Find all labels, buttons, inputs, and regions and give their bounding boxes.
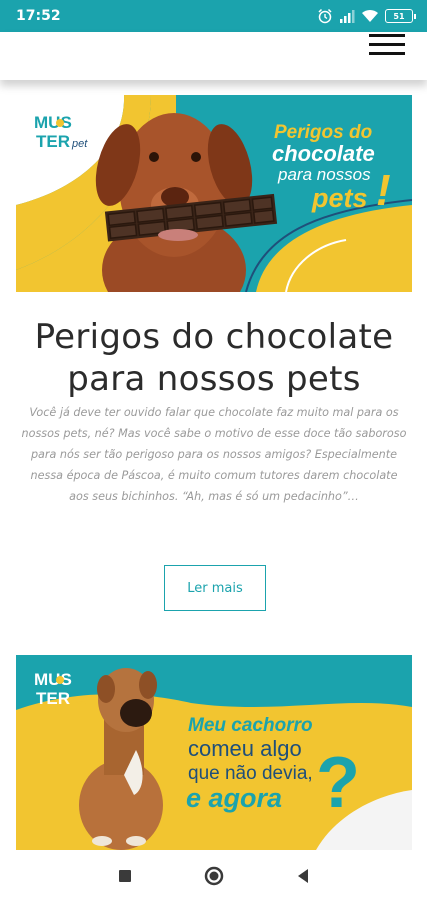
system-nav-bar [0,850,427,900]
status-time: 17:52 [16,8,61,24]
banner-dog-ate-graphic: MUS TER pet Meu cachorro comeu algo que … [16,655,412,850]
status-bar: 17:52 51 [0,0,427,32]
headline2-line4: e agora [186,783,282,813]
headline-line3: para nossos [277,165,371,184]
wifi-icon [362,9,378,22]
logo2-line1: MUS [34,670,72,689]
back-icon[interactable] [291,864,315,888]
logo-line1: MUS [34,113,72,132]
post-title[interactable]: Perigos do chocolate para nossos pets [16,316,412,400]
banner-chocolate-graphic: MUS TER pet Perigos do chocolate para no… [16,95,412,292]
post-excerpt: Você já deve ter ouvido falar que chocol… [21,406,407,503]
logo-line2: TER [36,132,70,151]
post-banner-dog-ate[interactable]: MUS TER pet Meu cachorro comeu algo que … [16,655,412,850]
battery-icon: 51 [385,9,416,23]
status-icons: 51 [317,8,416,24]
headline2-line1: Meu cachorro [188,715,313,736]
headline2-line2: comeu algo [188,736,302,761]
headline-mark: ! [376,166,391,215]
alarm-icon [318,8,332,24]
logo2-suffix: pet [70,695,87,707]
post-banner-chocolate[interactable]: MUS TER pet Perigos do chocolate para no… [16,95,412,292]
logo2-line2: TER [36,689,70,708]
headline-line4: pets [311,183,368,213]
battery-level: 51 [393,11,405,21]
headline2-line3: que não devia, [188,763,313,784]
home-icon[interactable] [202,864,226,888]
site-header [0,32,427,80]
headline2-mark: ? [316,743,360,823]
headline-line2: chocolate [272,141,375,166]
recent-apps-icon[interactable] [113,864,137,888]
hamburger-menu-icon[interactable] [369,32,405,60]
headline-line1: Perigos do [274,122,372,143]
logo-suffix: pet [71,138,88,150]
signal-icon [340,10,355,23]
read-more-button[interactable]: Ler mais [164,565,266,611]
